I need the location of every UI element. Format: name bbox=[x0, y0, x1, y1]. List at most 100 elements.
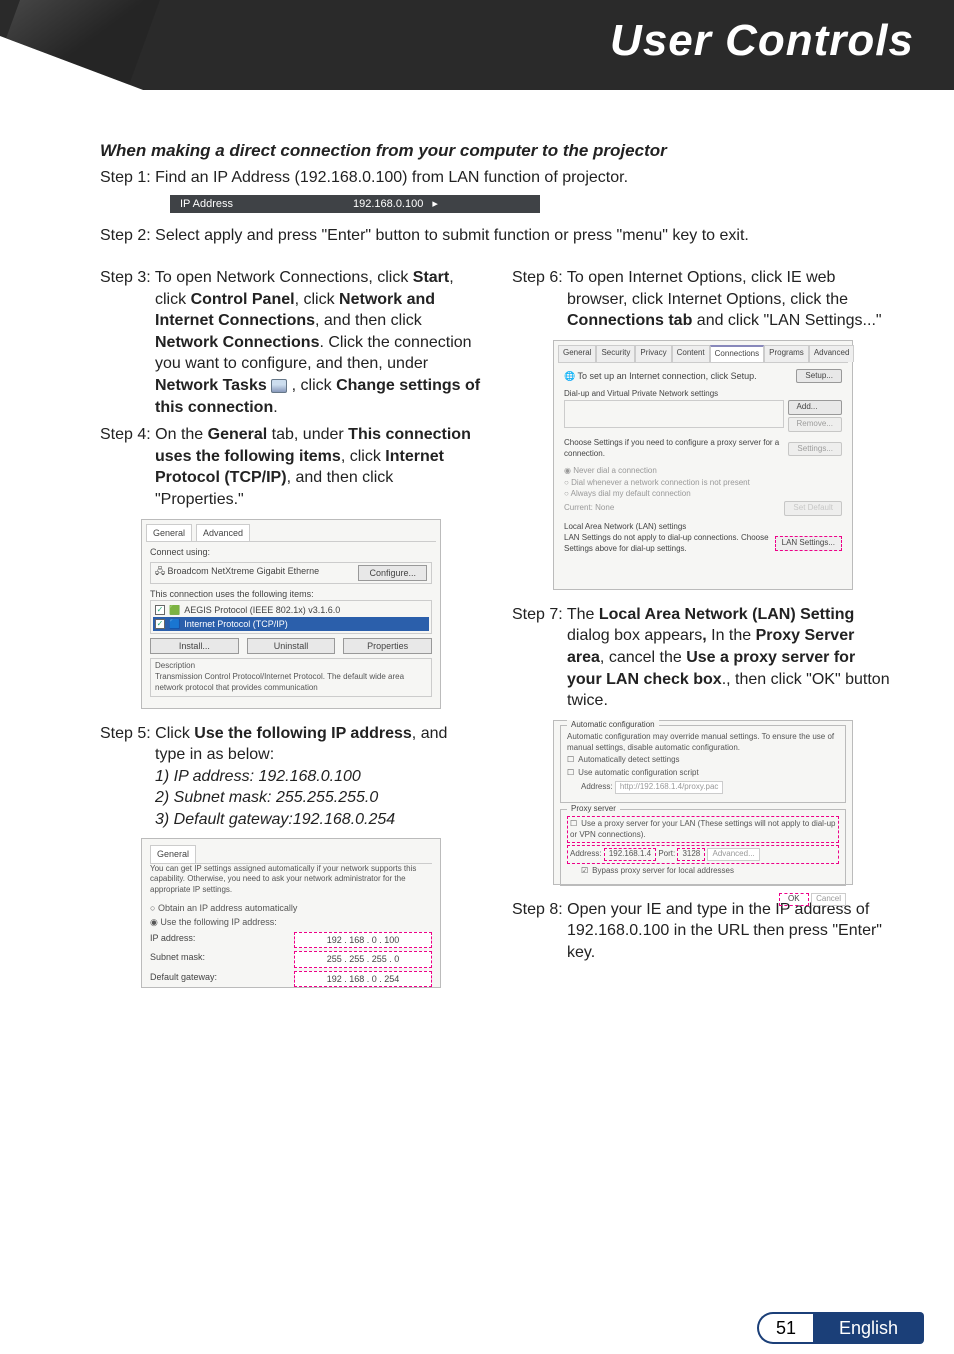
np-desc-text: Transmission Control Protocol/Internet P… bbox=[155, 672, 427, 694]
s5-1: 1) IP address: 192.168.0.100 bbox=[155, 768, 361, 785]
np-desc-label: Description bbox=[155, 661, 427, 672]
s4c: , click bbox=[341, 448, 385, 465]
io-current-label: Current: bbox=[564, 503, 593, 512]
io-setup-text: To set up an Internet connection, click … bbox=[578, 371, 757, 381]
s3g: . bbox=[273, 399, 277, 416]
s7b: dialog box appears bbox=[567, 627, 702, 644]
step-4: Step 4: On the General tab, under This c… bbox=[100, 424, 482, 510]
np-uninstall-button[interactable]: Uninstall bbox=[247, 638, 336, 654]
lan-proxy-addr-field[interactable]: 192.168.1.4 bbox=[604, 848, 656, 861]
np-item-aegis: AEGIS Protocol (IEEE 802.1x) v3.1.6.0 bbox=[184, 604, 340, 616]
io-settings-button[interactable]: Settings... bbox=[788, 442, 842, 457]
s5a: Step 5: Click bbox=[100, 725, 194, 742]
io-r1[interactable]: ◉ Never dial a connection bbox=[564, 466, 842, 477]
io-tab-general[interactable]: General bbox=[558, 345, 596, 362]
step-8: Step 8: Open your IE and type in the IP … bbox=[512, 899, 894, 964]
s7c: In the bbox=[707, 627, 756, 644]
kw-cp: Control Panel bbox=[191, 291, 295, 308]
io-tab-connections[interactable]: Connections bbox=[710, 345, 764, 362]
ip-gw-field[interactable]: 192 . 168 . 0 . 254 bbox=[294, 971, 432, 987]
io-r2[interactable]: ○ Dial whenever a network connection is … bbox=[564, 478, 842, 489]
step-3: Step 3: To open Network Connections, cli… bbox=[100, 267, 482, 418]
io-add-button[interactable]: Add... bbox=[788, 400, 842, 415]
lan-cancel-button[interactable]: Cancel bbox=[811, 893, 846, 906]
checkbox-icon[interactable]: ✓ bbox=[155, 605, 165, 615]
np-adapter: Broadcom NetXtreme Gigabit Etherne bbox=[168, 566, 320, 576]
ip-address-row: IP Address 192.168.0.100 ▸ bbox=[170, 195, 540, 214]
np-tab-general[interactable]: General bbox=[146, 524, 192, 541]
step-1: Step 1: Find an IP Address (192.168.0.10… bbox=[100, 167, 894, 189]
ip-tab-general[interactable]: General bbox=[150, 845, 196, 862]
ip-r2: Use the following IP address: bbox=[160, 917, 276, 927]
page-title: User Controls bbox=[610, 16, 914, 66]
io-current-value: None bbox=[595, 503, 614, 512]
left-column: Step 3: To open Network Connections, cli… bbox=[100, 267, 482, 1003]
np-items-list[interactable]: ✓ 🟩 AEGIS Protocol (IEEE 802.1x) v3.1.6.… bbox=[150, 600, 432, 634]
io-lan-settings-button[interactable]: LAN Settings... bbox=[775, 536, 842, 551]
ip-mask-field[interactable]: 255 . 255 . 255 . 0 bbox=[294, 951, 432, 967]
io-lan-header: Local Area Network (LAN) settings bbox=[564, 522, 842, 533]
io-tab-security[interactable]: Security bbox=[596, 345, 635, 362]
np-install-button[interactable]: Install... bbox=[150, 638, 239, 654]
screenshot-internet-options: General Security Privacy Content Connect… bbox=[553, 340, 853, 590]
kw-lan: Local Area Network (LAN) Setting bbox=[599, 606, 854, 623]
kw-ufip: Use the following IP address bbox=[194, 725, 412, 742]
step-5: Step 5: Click Use the following IP addre… bbox=[100, 723, 482, 831]
io-remove-button[interactable]: Remove... bbox=[788, 417, 842, 432]
ip-addr-label: IP address: bbox=[150, 932, 288, 948]
lan-proxy-port-label: Port: bbox=[658, 849, 675, 858]
step-6: Step 6: To open Internet Options, click … bbox=[512, 267, 894, 332]
np-properties-button[interactable]: Properties bbox=[343, 638, 432, 654]
io-setdefault-button[interactable]: Set Default bbox=[784, 501, 842, 516]
lan-auto-detect[interactable]: ☐Automatically detect settings bbox=[567, 755, 839, 766]
lan-proxy-port-field[interactable]: 3128 bbox=[677, 848, 705, 861]
io-tab-programs[interactable]: Programs bbox=[764, 345, 809, 362]
ip-mask-label: Subnet mask: bbox=[150, 951, 288, 967]
page-number: 51 bbox=[757, 1312, 813, 1344]
kw-gen: General bbox=[208, 426, 268, 443]
arrow-right-icon: ▸ bbox=[432, 198, 438, 210]
np-uses-label: This connection uses the following items… bbox=[150, 588, 432, 600]
np-description: Description Transmission Control Protoco… bbox=[150, 658, 432, 696]
page-body: When making a direct connection from you… bbox=[0, 120, 954, 1002]
ip-addr-field[interactable]: 192 . 168 . 0 . 100 bbox=[294, 932, 432, 948]
np-tab-advanced[interactable]: Advanced bbox=[196, 524, 250, 541]
io-setup-button[interactable]: Setup... bbox=[796, 369, 842, 384]
lan-advanced-button[interactable]: Advanced... bbox=[707, 848, 759, 861]
io-lan-text: LAN Settings do not apply to dial-up con… bbox=[564, 533, 775, 555]
lan-script-addr-label: Address: bbox=[581, 782, 613, 791]
np-configure-button[interactable]: Configure... bbox=[358, 565, 427, 581]
io-tab-content[interactable]: Content bbox=[672, 345, 710, 362]
screenshot-lan-settings: Automatic configuration Automatic config… bbox=[553, 720, 853, 885]
kw-nc: Network Connections bbox=[155, 334, 319, 351]
s3a: Step 3: To open Network Connections, cli… bbox=[100, 269, 413, 286]
lan-script-addr-field[interactable]: http://192.168.1.4/proxy.pac bbox=[615, 781, 724, 794]
lan-bypass[interactable]: ☑Bypass proxy server for local addresses bbox=[567, 866, 839, 877]
s4a: Step 4: On the bbox=[100, 426, 208, 443]
s6b: and click "LAN Settings..." bbox=[692, 312, 881, 329]
ip-radio-auto[interactable]: ○ Obtain an IP address automatically bbox=[150, 902, 432, 914]
network-task-icon bbox=[271, 379, 287, 393]
ip-r1: Obtain an IP address automatically bbox=[158, 903, 297, 913]
s3d: , and then click bbox=[315, 312, 422, 329]
lan-auto-script[interactable]: ☐Use automatic configuration script bbox=[567, 768, 839, 779]
lan-proxy-addr-label: Address: bbox=[570, 849, 602, 858]
ip-gw-label: Default gateway: bbox=[150, 971, 288, 987]
s7a: Step 7: The bbox=[512, 606, 599, 623]
io-tabs: General Security Privacy Content Connect… bbox=[558, 345, 848, 363]
io-connections-list[interactable] bbox=[564, 400, 784, 428]
np-item-tcpip: Internet Protocol (TCP/IP) bbox=[184, 618, 288, 630]
lan-ok-button[interactable]: OK bbox=[779, 893, 809, 906]
io-r3[interactable]: ○ Always dial my default connection bbox=[564, 489, 842, 500]
ip-label: IP Address bbox=[180, 197, 233, 212]
checkbox-icon[interactable]: ✓ bbox=[155, 619, 165, 629]
io-tab-advanced[interactable]: Advanced bbox=[809, 345, 855, 362]
lan-proxy-check[interactable]: ☐Use a proxy server for your LAN (These … bbox=[567, 816, 839, 844]
io-tab-privacy[interactable]: Privacy bbox=[635, 345, 671, 362]
s7d: , cancel the bbox=[600, 649, 686, 666]
io-dialup-label: Dial-up and Virtual Private Network sett… bbox=[564, 389, 842, 400]
footer: 51 English bbox=[757, 1312, 924, 1344]
kw-nt: Network Tasks bbox=[155, 377, 267, 394]
kw-ctab: Connections tab bbox=[567, 312, 692, 329]
ip-radio-manual[interactable]: ◉ Use the following IP address: bbox=[150, 916, 432, 928]
